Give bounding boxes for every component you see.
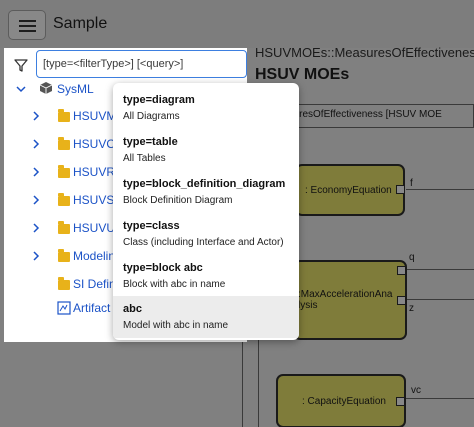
hamburger-icon-line: [19, 25, 36, 27]
tree-item[interactable]: HSUVU: [28, 217, 118, 239]
suggestion-option[interactable]: type=table All Tables: [113, 129, 299, 171]
chevron-right-icon[interactable]: [30, 166, 42, 178]
tree-item-label: HSUVR: [73, 165, 116, 179]
folder-icon: [58, 277, 70, 290]
folder-icon: [58, 165, 70, 178]
suggestion-option-active[interactable]: abc Model with abc in name: [113, 296, 299, 338]
tree-item-label: Modelin: [73, 249, 116, 263]
tree-item-label: HSUVS: [73, 193, 115, 207]
chevron-right-icon[interactable]: [30, 194, 42, 206]
block-label: : EconomyEquation: [305, 184, 392, 196]
folder-icon: [58, 109, 70, 122]
chevron-right-icon[interactable]: [30, 110, 42, 122]
chevron-down-icon[interactable]: [15, 83, 27, 95]
suggestion-option[interactable]: type=diagram All Diagrams: [113, 87, 299, 129]
chevron-right-icon[interactable]: [30, 222, 42, 234]
tree-item-root[interactable]: SysML: [14, 78, 114, 100]
block-label: : CapacityEquation: [302, 395, 386, 407]
connector-line: [406, 398, 474, 399]
tree-item[interactable]: HSUVM: [28, 105, 118, 127]
port-label: f: [410, 178, 413, 189]
block-economy-equation[interactable]: : EconomyEquation: [295, 164, 405, 216]
suggestion-option[interactable]: type=class Class (including Interface an…: [113, 213, 299, 255]
option-description: All Tables: [123, 153, 166, 164]
tree-item[interactable]: HSUVR: [28, 161, 118, 183]
folder-icon: [58, 137, 70, 150]
tree-item[interactable]: SI Defin: [28, 273, 118, 295]
block-label: :MaxAccelerationAna: [298, 289, 393, 300]
connector-line: [407, 299, 474, 300]
folder-icon: [58, 193, 70, 206]
tree-item-label: SI Defin: [73, 277, 116, 291]
chevron-right-icon[interactable]: [30, 138, 42, 150]
option-description: Block Definition Diagram: [123, 195, 233, 206]
app-header: Sample: [0, 0, 474, 48]
package-icon: [39, 82, 53, 94]
port: [396, 397, 405, 406]
block-capacity-equation[interactable]: : CapacityEquation: [276, 374, 406, 427]
app-title: Sample: [53, 15, 108, 32]
diagram-title: HSUV MOEs: [255, 66, 350, 83]
tree-item[interactable]: Modelin: [28, 245, 118, 267]
option-description: Class (including Interface and Actor): [123, 237, 284, 248]
port-label: z: [409, 303, 414, 314]
option-title: type=block_definition_diagram: [123, 178, 286, 190]
port-label: q: [409, 252, 415, 263]
port-label: vc: [411, 385, 421, 396]
option-description: Block with abc in name: [123, 279, 226, 290]
menu-button[interactable]: [8, 10, 46, 40]
option-description: All Diagrams: [123, 111, 180, 122]
folder-icon: [58, 249, 70, 262]
port: [397, 266, 406, 275]
hamburger-icon-line: [19, 20, 36, 22]
tree-item[interactable]: HSUVO: [28, 133, 118, 155]
connector-line: [406, 189, 474, 190]
folder-icon: [58, 221, 70, 234]
block-label: lysis: [298, 300, 318, 311]
port: [397, 296, 406, 305]
port: [396, 185, 405, 194]
option-title: type=table: [123, 136, 178, 148]
tree-item-label: HSUVM: [73, 109, 117, 123]
suggestion-option[interactable]: type=block abc Block with abc in name: [113, 255, 299, 297]
tree-item[interactable]: HSUVS: [28, 189, 118, 211]
filter-icon[interactable]: [11, 55, 31, 75]
tree-item[interactable]: Artifact: [28, 297, 118, 319]
search-input[interactable]: [36, 50, 247, 78]
artifact-icon: [57, 301, 71, 315]
tree-item-label: HSUVO: [73, 137, 116, 151]
tree-item-label: Artifact: [73, 301, 111, 315]
option-description: Model with abc in name: [123, 320, 229, 331]
block-max-acceleration-analysis[interactable]: :MaxAccelerationAna lysis: [293, 260, 407, 340]
option-title: type=diagram: [123, 94, 195, 106]
chevron-right-icon[interactable]: [30, 250, 42, 262]
option-title: type=class: [123, 220, 180, 232]
suggestion-option[interactable]: type=block_definition_diagram Block Defi…: [113, 171, 299, 213]
connector-line: [407, 269, 474, 270]
option-title: type=block abc: [123, 262, 203, 274]
option-title: abc: [123, 303, 142, 315]
filter-suggestions-dropdown: type=diagram All Diagrams type=table All…: [113, 83, 299, 340]
tree-item-label: SysML: [57, 82, 94, 96]
diagram-path: HSUVMOEs::MeasuresOfEffectiveness: [255, 45, 474, 60]
tree-item-label: HSUVU: [73, 221, 116, 235]
hamburger-icon-line: [19, 30, 36, 32]
